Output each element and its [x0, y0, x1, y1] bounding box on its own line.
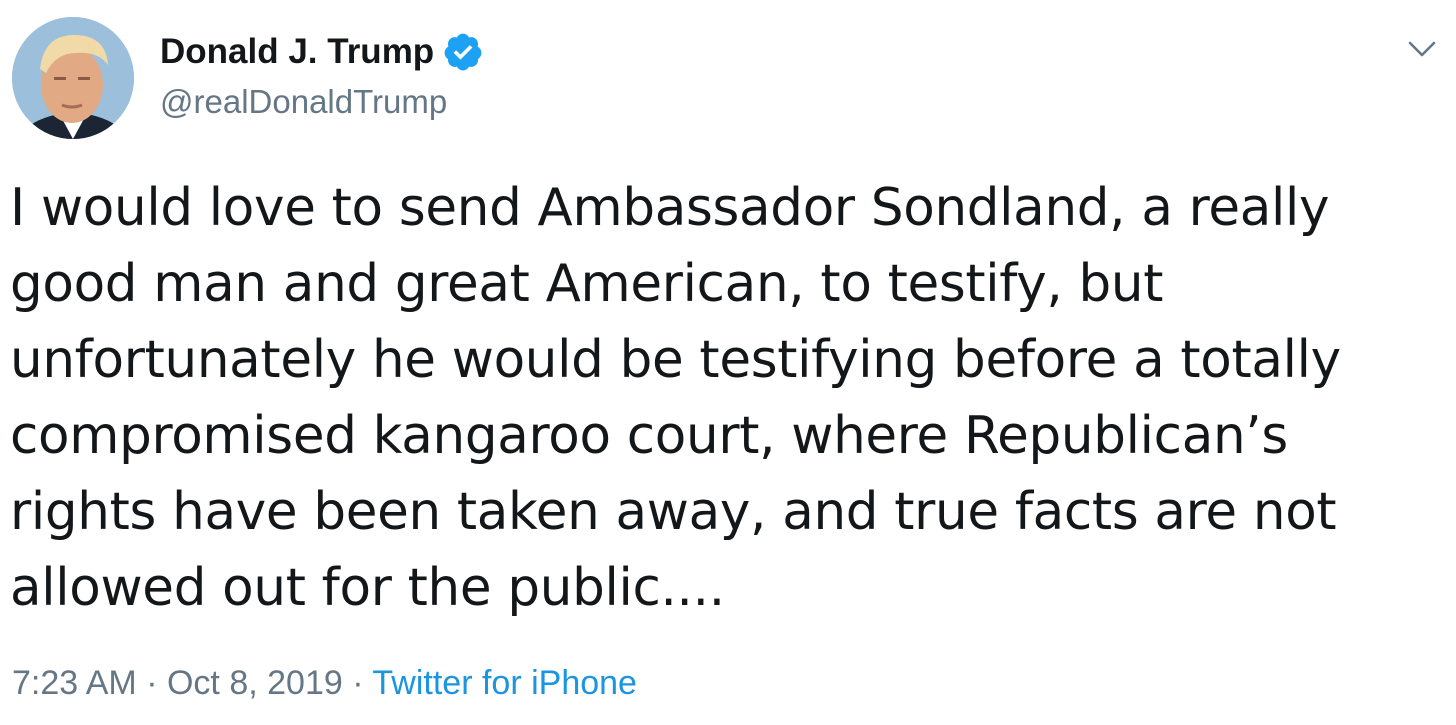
- tweet-metadata: 7:23 AM · Oct 8, 2019 · Twitter for iPho…: [12, 661, 637, 705]
- author-display-name[interactable]: Donald J. Trump: [160, 30, 434, 74]
- avatar[interactable]: [12, 17, 134, 139]
- verified-badge-icon: [442, 31, 484, 73]
- tweet-menu-button[interactable]: [1404, 34, 1440, 64]
- chevron-down-icon: [1408, 41, 1436, 57]
- author-handle[interactable]: @realDonaldTrump: [160, 81, 447, 123]
- avatar-photo: [12, 17, 134, 139]
- meta-separator: ·: [352, 664, 364, 702]
- author-name-row: Donald J. Trump: [160, 30, 484, 74]
- tweet-source-link[interactable]: Twitter for iPhone: [372, 664, 637, 702]
- tweet-text: I would love to send Ambassador Sondland…: [10, 178, 1341, 618]
- meta-separator: ·: [146, 664, 158, 702]
- tweet-time[interactable]: 7:23 AM: [12, 664, 137, 702]
- tweet-date[interactable]: Oct 8, 2019: [167, 664, 343, 702]
